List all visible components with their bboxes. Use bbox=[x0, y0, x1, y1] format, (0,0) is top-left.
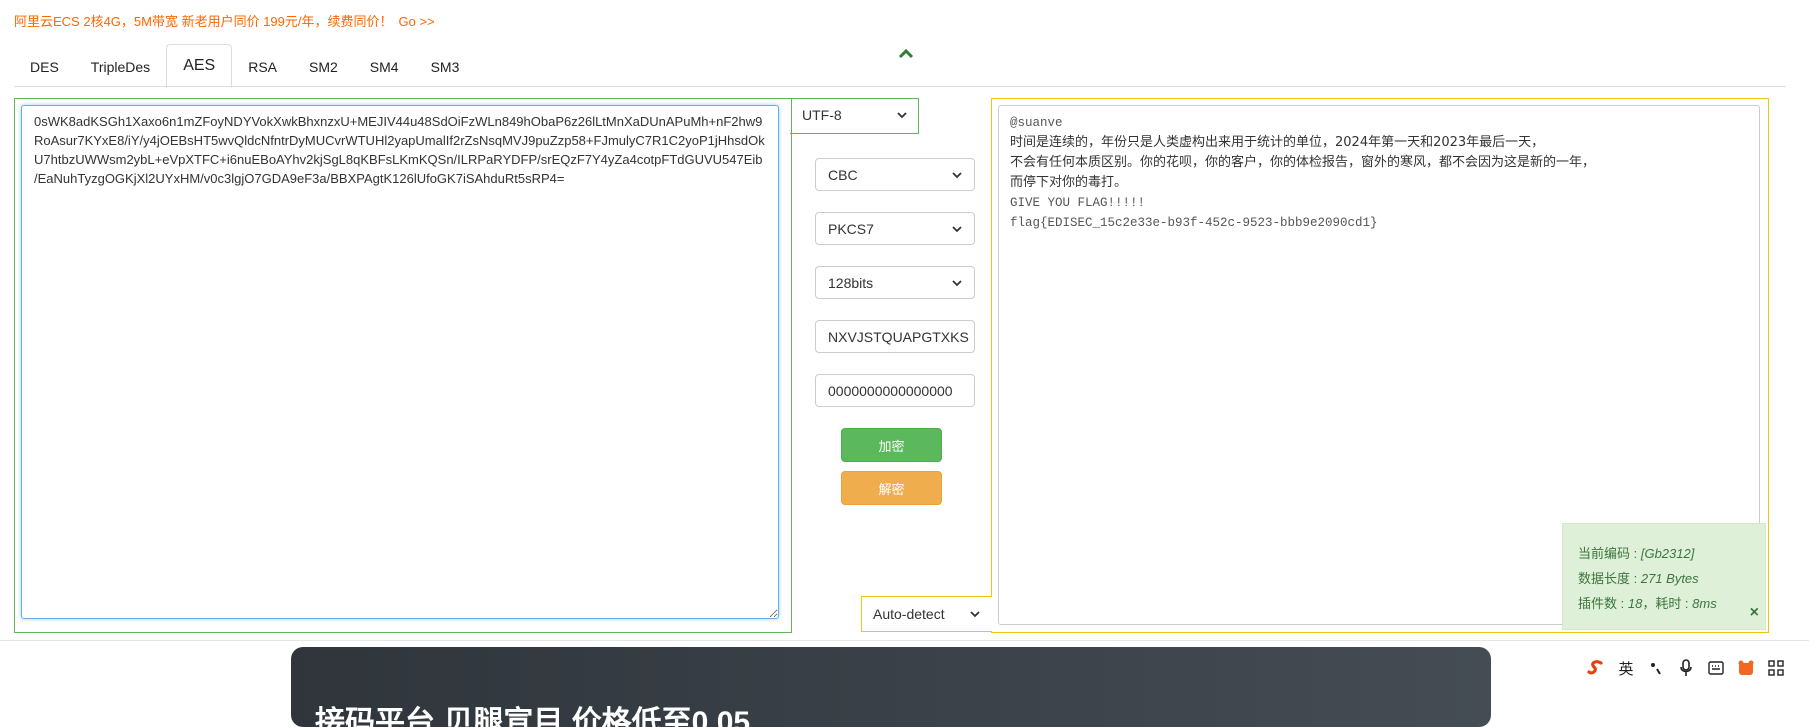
bits-value: 128bits bbox=[828, 274, 874, 291]
ad-banner[interactable]: 接码平台 贝腿宣目 价格低至0.05 bbox=[291, 647, 1491, 727]
input-encoding-select[interactable]: UTF-8 bbox=[790, 98, 919, 132]
promo-text[interactable]: 阿里云ECS 2核4G，5M带宽 新老用户同价 199元/年，续费同价！ bbox=[14, 14, 393, 29]
input-panel: 0sWK8adKSGh1Xaxo6n1mZFoyNDYVokXwkBhxnzxU… bbox=[14, 98, 792, 633]
ime-toolbar: 英 bbox=[1586, 654, 1786, 682]
tab-sm2[interactable]: SM2 bbox=[293, 47, 354, 87]
sogou-logo-icon[interactable] bbox=[1586, 657, 1606, 679]
status-encoding-value: [Gb2312] bbox=[1640, 546, 1695, 561]
tab-aes[interactable]: AES bbox=[166, 44, 233, 88]
bits-select[interactable]: 128bits bbox=[815, 266, 975, 299]
tab-rsa[interactable]: RSA bbox=[232, 47, 293, 87]
status-plugins-label: 插件数 : bbox=[1578, 596, 1628, 611]
tab-divider bbox=[14, 86, 1786, 87]
promo-banner[interactable]: 阿里云ECS 2核4G，5M带宽 新老用户同价 199元/年，续费同价！ Go >… bbox=[14, 11, 435, 30]
keyboard-icon[interactable] bbox=[1706, 657, 1726, 679]
iv-input[interactable]: 0000000000000000 bbox=[815, 374, 975, 407]
section-divider bbox=[0, 640, 1809, 641]
status-length-label: 数据长度 : bbox=[1578, 571, 1641, 586]
input-textarea[interactable]: 0sWK8adKSGh1Xaxo6n1mZFoyNDYVokXwkBhxnzxU… bbox=[21, 105, 779, 619]
output-line: 不会有任何本质区别。你的花呗，你的客户，你的体检报告，窗外的寒风，都不会因为这是… bbox=[1010, 155, 1596, 170]
grid-menu-icon[interactable] bbox=[1766, 657, 1786, 679]
status-length-value: 271 Bytes bbox=[1640, 571, 1699, 586]
tab-des[interactable]: DES bbox=[14, 47, 75, 87]
output-line: @suanve bbox=[1010, 116, 1063, 130]
input-encoding-value: UTF-8 bbox=[802, 107, 842, 123]
status-encoding: 当前编码 : [Gb2312] bbox=[1578, 541, 1750, 566]
status-plugins: 插件数 : 18，耗时 : 8ms bbox=[1578, 591, 1750, 616]
tab-sm3[interactable]: SM3 bbox=[415, 47, 476, 87]
key-input[interactable]: NXVJSTQUAPGTXKS bbox=[815, 320, 975, 353]
mode-select[interactable]: CBC bbox=[815, 158, 975, 191]
promo-go-link[interactable]: Go >> bbox=[399, 14, 435, 29]
status-box: 当前编码 : [Gb2312] 数据长度 : 271 Bytes 插件数 : 1… bbox=[1562, 523, 1766, 630]
chevron-down-icon bbox=[952, 171, 962, 178]
chevron-up-icon[interactable] bbox=[897, 46, 915, 60]
output-line: 时间是连续的，年份只是人类虚构出来用于统计的单位，2024年第一天和2023年最… bbox=[1010, 135, 1545, 150]
status-time-label: ，耗时 : bbox=[1642, 596, 1693, 611]
output-encoding-select[interactable]: Auto-detect bbox=[861, 596, 992, 632]
output-line: GIVE YOU FLAG!!!!! bbox=[1010, 196, 1146, 210]
status-plugins-value: 18 bbox=[1627, 596, 1643, 611]
algorithm-tabs: DES TripleDes AES RSA SM2 SM4 SM3 bbox=[14, 42, 476, 88]
microphone-icon[interactable] bbox=[1676, 657, 1696, 679]
encrypt-button[interactable]: 加密 bbox=[841, 428, 942, 462]
chevron-down-icon bbox=[952, 279, 962, 286]
chevron-down-icon bbox=[897, 112, 907, 119]
output-line: 而停下对你的毒打。 bbox=[1010, 175, 1128, 190]
decrypt-button[interactable]: 解密 bbox=[841, 471, 942, 505]
ime-language-toggle[interactable]: 英 bbox=[1616, 657, 1636, 679]
ad-banner-text: 接码平台 贝腿宣目 价格低至0.05 bbox=[315, 706, 751, 727]
output-encoding-value: Auto-detect bbox=[873, 606, 945, 622]
chevron-down-icon bbox=[952, 225, 962, 232]
tab-tripledes[interactable]: TripleDes bbox=[75, 47, 166, 87]
tab-sm4[interactable]: SM4 bbox=[354, 47, 415, 87]
mode-value: CBC bbox=[828, 166, 858, 183]
status-encoding-label: 当前编码 : bbox=[1578, 546, 1641, 561]
padding-select[interactable]: PKCS7 bbox=[815, 212, 975, 245]
skin-icon[interactable] bbox=[1736, 657, 1756, 679]
chevron-down-icon bbox=[970, 611, 980, 618]
punctuation-icon[interactable] bbox=[1646, 657, 1666, 679]
padding-value: PKCS7 bbox=[828, 220, 874, 237]
close-icon[interactable]: × bbox=[1750, 600, 1759, 625]
status-length: 数据长度 : 271 Bytes bbox=[1578, 566, 1750, 591]
status-time-value: 8ms bbox=[1692, 596, 1717, 611]
output-flag-line: flag{EDISEC_15c2e33e-b93f-452c-9523-bbb9… bbox=[1010, 216, 1378, 230]
